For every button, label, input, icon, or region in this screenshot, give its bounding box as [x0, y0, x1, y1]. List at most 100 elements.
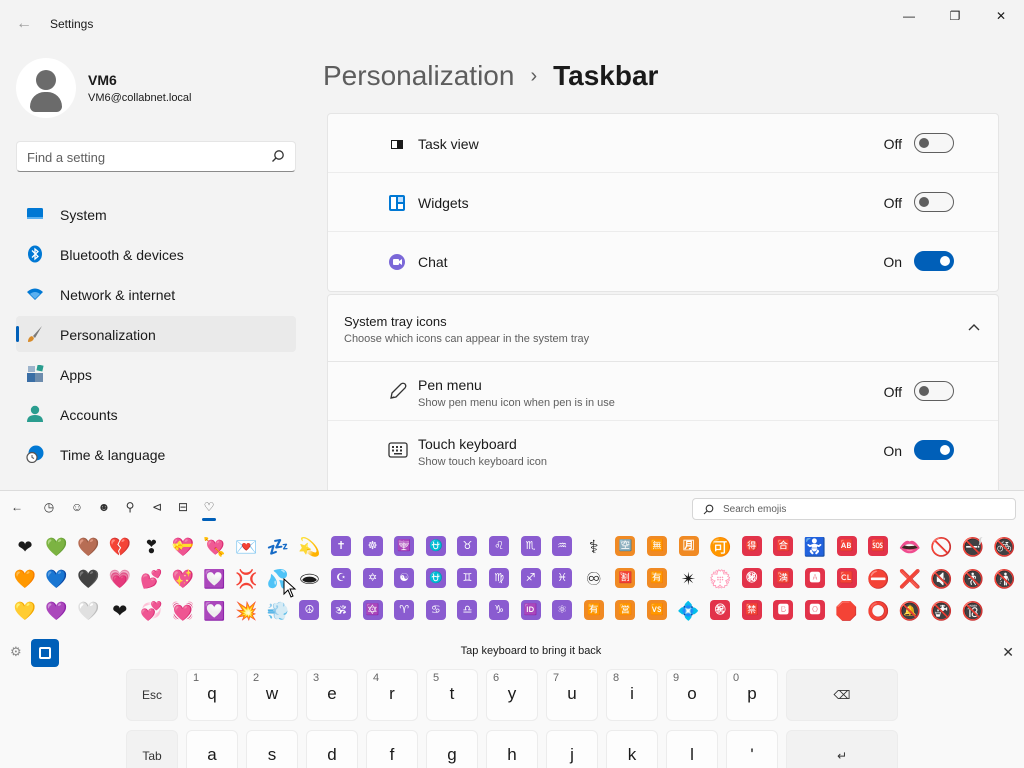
emoji-item[interactable]: ♈: [394, 600, 415, 620]
key-e[interactable]: e3: [306, 669, 358, 721]
breadcrumb-parent[interactable]: Personalization: [323, 60, 514, 92]
sidebar-item-bluetooth[interactable]: Bluetooth & devices: [16, 236, 296, 272]
pen-menu-toggle[interactable]: [914, 381, 954, 401]
emoji-item[interactable]: 💮: [707, 566, 733, 592]
emoji-item[interactable]: 💨: [265, 598, 291, 624]
key-f[interactable]: f: [366, 730, 418, 768]
emoji-item[interactable]: 💚: [44, 534, 70, 560]
key-a[interactable]: a: [186, 730, 238, 768]
emoji-item[interactable]: 🚯: [992, 566, 1018, 592]
emoji-item[interactable]: 💞: [138, 598, 164, 624]
user-profile[interactable]: VM6 VM6@collabnet.local: [16, 58, 296, 118]
key-w[interactable]: w2: [246, 669, 298, 721]
emoji-item[interactable]: 👄: [897, 534, 923, 560]
key-special-10[interactable]: ': [726, 730, 778, 768]
chevron-up-icon[interactable]: [968, 323, 980, 331]
key-p[interactable]: p0: [726, 669, 778, 721]
emoji-item[interactable]: 💗: [107, 566, 133, 592]
emoji-item[interactable]: 🚳: [992, 534, 1018, 560]
emoji-item[interactable]: 💝: [170, 534, 196, 560]
back-button[interactable]: ←: [12, 12, 36, 36]
emoji-item[interactable]: 🛑: [834, 598, 860, 624]
sidebar-item-system[interactable]: System: [16, 196, 296, 232]
emoji-item[interactable]: 🆔: [520, 600, 541, 620]
key-k[interactable]: k: [606, 730, 658, 768]
emoji-item[interactable]: ❤: [12, 534, 38, 560]
emoji-item[interactable]: 🉑: [707, 534, 733, 560]
emoji-item[interactable]: 🅱: [773, 600, 794, 620]
close-icon[interactable]: ✕: [1002, 644, 1014, 661]
sidebar-item-time-language[interactable]: Time & language: [16, 436, 296, 472]
balloon-icon[interactable]: ⊲: [148, 499, 166, 515]
emoji-item[interactable]: 🈴: [773, 536, 794, 556]
emoji-item[interactable]: 🆚: [647, 600, 667, 620]
task-view-toggle[interactable]: [914, 133, 954, 153]
key-d[interactable]: d: [306, 730, 358, 768]
key-r[interactable]: r4: [366, 669, 418, 721]
emoji-item[interactable]: ♾: [581, 566, 607, 592]
emoji-item[interactable]: 🕎: [394, 536, 415, 556]
emoji-item[interactable]: 💠: [676, 598, 702, 624]
emoji-item[interactable]: 🔯: [362, 600, 383, 620]
key-y[interactable]: y6: [486, 669, 538, 721]
emoji-item[interactable]: ❌: [897, 566, 923, 592]
emoji-item[interactable]: ♏: [520, 536, 541, 556]
key-l[interactable]: l: [666, 730, 718, 768]
emoji-item[interactable]: ☮: [299, 600, 320, 620]
touch-keyboard-toggle[interactable]: [914, 440, 954, 460]
emoji-item[interactable]: 💌: [233, 534, 259, 560]
key-special-11[interactable]: ⌫: [786, 669, 898, 721]
emoji-item[interactable]: 🈳: [615, 536, 636, 556]
car-icon[interactable]: ⊟: [174, 499, 192, 515]
recent-icon[interactable]: ◷: [40, 499, 58, 515]
emoji-item[interactable]: 🅾: [805, 600, 825, 620]
emoji-item[interactable]: 💘: [202, 534, 228, 560]
minimize-button[interactable]: —: [886, 0, 932, 32]
emoji-item[interactable]: 💥: [233, 598, 259, 624]
emoji-item[interactable]: 🧡: [12, 566, 38, 592]
search-input[interactable]: Find a setting: [16, 141, 296, 172]
key-u[interactable]: u7: [546, 669, 598, 721]
smiley-icon[interactable]: ☻: [95, 499, 113, 515]
emoji-item[interactable]: 💔: [107, 534, 133, 560]
emoji-item[interactable]: 💛: [12, 598, 38, 624]
chat-toggle[interactable]: [914, 251, 954, 271]
food-icon[interactable]: ☺: [68, 499, 86, 515]
emoji-item[interactable]: 🕳: [296, 566, 322, 592]
emoji-item[interactable]: ✝: [331, 536, 351, 556]
emoji-item[interactable]: 🈷: [678, 536, 699, 556]
emoji-item[interactable]: 🆑: [836, 568, 857, 588]
key-special-0[interactable]: Esc: [126, 669, 178, 721]
emoji-item[interactable]: 🔇: [928, 566, 954, 592]
emoji-item[interactable]: 🤎: [75, 534, 101, 560]
emoji-item[interactable]: 🆎: [836, 536, 857, 556]
emoji-item[interactable]: ⛎: [425, 536, 446, 556]
emoji-search-input[interactable]: Search emojis: [692, 498, 1016, 520]
emoji-item[interactable]: ㊗: [710, 600, 731, 620]
sidebar-item-apps[interactable]: Apps: [16, 356, 296, 392]
emoji-item[interactable]: ♍: [489, 568, 509, 588]
emoji-item[interactable]: 🕉: [331, 600, 351, 620]
emoji-item[interactable]: 💓: [170, 598, 196, 624]
key-t[interactable]: t5: [426, 669, 478, 721]
key-i[interactable]: i8: [606, 669, 658, 721]
emoji-item[interactable]: 🈶: [583, 600, 604, 620]
emoji-item[interactable]: ⚛: [552, 600, 573, 620]
emoji-item[interactable]: ♋: [425, 600, 446, 620]
emoji-item[interactable]: 🖤: [75, 566, 101, 592]
key-g[interactable]: g: [426, 730, 478, 768]
widgets-toggle[interactable]: [914, 192, 954, 212]
emoji-item[interactable]: ☪: [331, 568, 351, 588]
emoji-item[interactable]: ♉: [457, 536, 478, 556]
emoji-item[interactable]: ㊙: [741, 568, 762, 588]
emoji-item[interactable]: 🈚: [647, 536, 667, 556]
emoji-item[interactable]: 🚼: [802, 534, 828, 560]
emoji-item[interactable]: ♒: [552, 536, 573, 556]
emoji-item[interactable]: 💟: [202, 598, 228, 624]
key-s[interactable]: s: [246, 730, 298, 768]
sidebar-item-accounts[interactable]: Accounts: [16, 396, 296, 432]
heart-icon[interactable]: ♡: [200, 499, 218, 521]
sidebar-item-personalization[interactable]: Personalization: [16, 316, 296, 352]
emoji-item[interactable]: 💜: [44, 598, 70, 624]
emoji-item[interactable]: 🚫: [928, 534, 954, 560]
